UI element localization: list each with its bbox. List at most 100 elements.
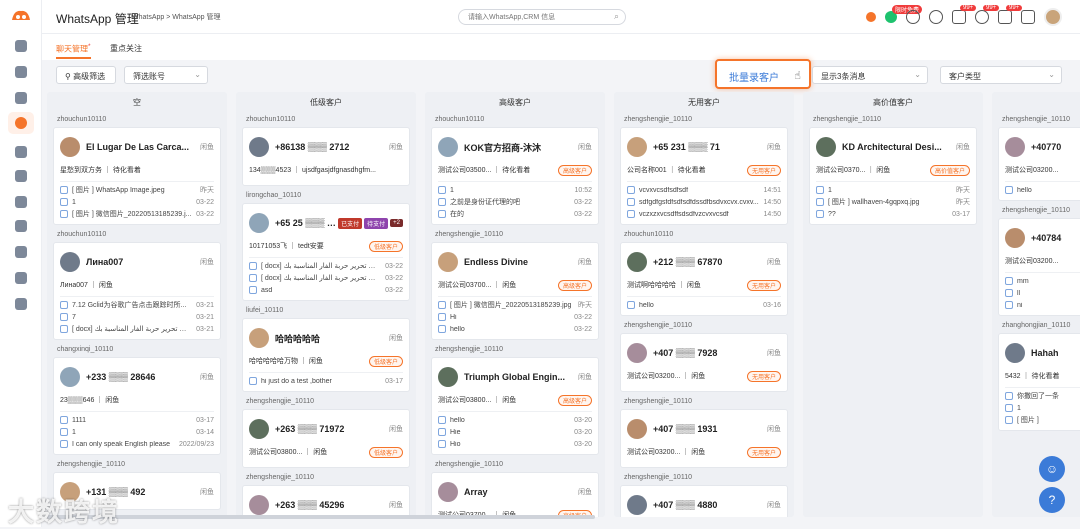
customer-card[interactable]: Array闲鱼测试公司03700... ｜ 闲鱼高级客户 [431, 472, 599, 517]
search-icon[interactable]: ⌕ [614, 11, 624, 21]
message-row[interactable]: ll [1005, 287, 1080, 299]
customer-tag[interactable]: 高级客户 [557, 394, 592, 406]
search-input[interactable] [458, 9, 626, 25]
message-row[interactable]: 1111 03-17 [60, 414, 214, 426]
message-row[interactable]: 1 03-22 [60, 196, 214, 208]
customer-card[interactable]: +407 ▒▒▒ 7928 闲鱼 测试公司03200... ｜ 闲鱼 无用客户 [620, 333, 788, 392]
message-row[interactable]: Hio 03-20 [438, 438, 592, 450]
customer-tag[interactable]: 无用客户 [746, 446, 781, 458]
message-row[interactable]: [ 图片 ] WhatsApp Image.jpeg 昨天 [60, 184, 214, 196]
message-row[interactable]: [ docx] يشكو لرب تحرير حربة الفار المناس… [249, 260, 403, 272]
customer-card[interactable]: +407 ▒▒▒ 1931 闲鱼 测试公司03200... ｜ 闲鱼 无用客户 [620, 409, 788, 468]
message-row[interactable]: 在的 03-22 [438, 208, 592, 220]
nav-analytics-icon[interactable] [15, 66, 27, 78]
tab-chat-management[interactable]: 聊天管理* [56, 43, 91, 59]
message-row[interactable]: 1 10:52 [438, 184, 592, 196]
free-promo-icon[interactable]: 限时免费 [885, 5, 923, 23]
facebook-icon[interactable] [929, 10, 943, 24]
customer-card[interactable]: Triumph Global Engin... 闲鱼 测试公司03800... ｜ … [431, 357, 599, 455]
message-row[interactable]: vczxzxvcsdffsdsdfvzcvxvcsdf 14:50 [627, 208, 781, 220]
message-row[interactable]: ?? 03-17 [816, 208, 970, 220]
nav-contacts-icon[interactable] [15, 146, 27, 158]
nav-mail-icon[interactable] [15, 92, 27, 104]
customer-tag[interactable]: 低级客户 [368, 355, 403, 367]
customer-card[interactable]: KD Architectural Desi... 闲鱼 测试公司0370... ｜ … [809, 127, 977, 225]
apps-icon[interactable]: 99+ [998, 5, 1023, 24]
customer-card[interactable]: KOK官方招商-沐沐 闲鱼 测试公司03500... ｜ 待化看着 高级客户 1 10:5… [431, 127, 599, 225]
message-row[interactable]: 1 [1005, 402, 1080, 414]
customer-tag[interactable]: 低级客户 [368, 240, 403, 252]
message-row[interactable]: [ docx] يشكو لرب تحرير حربة الفار المناس… [60, 323, 214, 335]
customer-tag[interactable]: 高级客户 [557, 279, 592, 291]
customer-card[interactable]: +212 ▒▒▒ 67870 闲鱼 测试啊哈哈哈哈 ｜ 闲鱼 无用客户 hello 03-… [620, 242, 788, 316]
customer-card[interactable]: Endless Divine 闲鱼 测试公司03700... ｜ 闲鱼 高级客户 [ 图… [431, 242, 599, 340]
message-row[interactable]: 1 03-14 [60, 426, 214, 438]
nav-sms-icon[interactable] [15, 272, 27, 284]
nav-whatsapp-icon[interactable] [8, 112, 34, 134]
whatsapp-icon[interactable]: 99+ [975, 5, 1000, 24]
message-row[interactable]: hello 03-22 [438, 323, 592, 335]
message-row[interactable]: 你撒回了一条 [1005, 390, 1080, 402]
message-row[interactable]: 7.12 Gclid为谷歌广告点击跟踪时所... 03-21 [60, 299, 214, 311]
customer-tag[interactable]: 高价值客户 [929, 164, 970, 176]
advanced-filter-button[interactable]: ⚲ 高级筛选 [56, 66, 116, 84]
message-row[interactable]: [ docx] يشكو لرب تحرير حربة الفار المناس… [249, 272, 403, 284]
user-avatar[interactable] [1044, 8, 1062, 26]
customer-card[interactable]: +40784 测试公司03200... mm ll ni [998, 218, 1080, 316]
batch-add-customer-button[interactable]: 批量录客户 ☝ [715, 59, 811, 89]
customer-card[interactable]: +233 ▒▒▒ 28646 闲鱼 23▒▒▒646 ｜ 闲鱼 1111 03-17 1 0… [53, 357, 221, 455]
customer-card[interactable]: Лина007 闲鱼 Лина007 ｜ 闲鱼 7.12 Gclid为谷歌广告点击跟踪… [53, 242, 221, 340]
customer-card[interactable]: 哈哈哈哈哈 闲鱼 哈哈哈哈哈万物 ｜ 闲鱼 低级客户 hi just do a test… [242, 318, 410, 392]
customer-card[interactable]: +263 ▒▒▒ 45296闲鱼测试公司03800... ｜ 闲鱼低级客户 [242, 485, 410, 517]
message-row[interactable]: 7 03-21 [60, 311, 214, 323]
customer-card[interactable]: El Lugar De Las Carca... 闲鱼 星愁到双方务 ｜ 待化看着 [… [53, 127, 221, 225]
add-icon[interactable] [866, 12, 876, 22]
message-row[interactable]: mm [1005, 275, 1080, 287]
message-row[interactable]: sdfgdfgsfdfsdfsdfdssdfbsdvxcvx.cvxv... 14… [627, 196, 781, 208]
account-filter-select[interactable]: 筛选账号 ⌄ [124, 66, 208, 84]
message-row[interactable]: 1 昨天 [816, 184, 970, 196]
message-row[interactable]: hello 03-16 [627, 299, 781, 311]
message-row[interactable]: hello 03-20 [438, 414, 592, 426]
customer-service-icon[interactable]: ☺ [1039, 456, 1065, 482]
message-row[interactable]: [ 图片 ] [1005, 414, 1080, 426]
message-row[interactable]: hello [1005, 184, 1080, 196]
customer-card[interactable]: +86138 ▒▒▒ 2712 闲鱼 134▒▒▒4523 ｜ ujsdfgasjd… [242, 127, 410, 186]
customer-type-select[interactable]: 客户类型 ⌄ [940, 66, 1062, 84]
display-count-select[interactable]: 显示3条消息 ⌄ [812, 66, 928, 84]
message-row[interactable]: [ 图片 ] 微信图片_20220513185239.jpg 昨天 [438, 299, 592, 311]
customer-card[interactable]: +407 ▒▒▒ 4880闲鱼测试公司03200... ｜ 闲鱼无用客户 [620, 485, 788, 517]
message-row[interactable]: [ 图片 ] 微信图片_20220513185239.j... 03-22 [60, 208, 214, 220]
mail-icon[interactable]: 99+ [952, 5, 977, 24]
customer-tag[interactable]: 无用客户 [746, 279, 781, 291]
message-row[interactable]: asd 03-22 [249, 284, 403, 296]
nav-inbox-icon[interactable] [15, 298, 27, 310]
nav-facebook-icon[interactable] [15, 220, 27, 232]
message-row[interactable]: ni [1005, 299, 1080, 311]
nav-messages-icon[interactable] [15, 196, 27, 208]
message-row[interactable]: [ 图片 ] wallhaven-4gqpxq.jpg 昨天 [816, 196, 970, 208]
customer-tag[interactable]: 无用客户 [746, 164, 781, 176]
customer-tag[interactable]: 无用客户 [746, 370, 781, 382]
customer-tag[interactable]: 低级客户 [368, 446, 403, 458]
message-row[interactable]: Hi 03-22 [438, 311, 592, 323]
customer-card[interactable]: +65 231 ▒▒▒ 71 闲鱼 公司名称001 ｜ 待化看着 无用客户 vcvxvc… [620, 127, 788, 225]
nav-social-icon[interactable] [15, 246, 27, 258]
nav-dashboard-icon[interactable] [15, 40, 27, 52]
nav-folder-icon[interactable] [15, 170, 27, 182]
customer-tag[interactable]: 高级客户 [557, 164, 592, 176]
customer-card[interactable]: +263 ▒▒▒ 71972 闲鱼 测试公司03800... ｜ 闲鱼 低级客户 [242, 409, 410, 468]
message-row[interactable]: Hie 03-20 [438, 426, 592, 438]
message-row[interactable]: I can only speak English please 2022/09/2… [60, 438, 214, 450]
tab-key-focus[interactable]: 重点关注 [110, 43, 142, 54]
grid-icon[interactable] [1021, 10, 1035, 24]
help-icon[interactable]: ? [1039, 487, 1065, 513]
horizontal-scrollbar[interactable] [47, 515, 595, 519]
customer-card[interactable]: +40770 测试公司03200... hello [998, 127, 1080, 201]
message-row[interactable]: vcvxvcsdfsdfsdf 14:51 [627, 184, 781, 196]
headset-icon[interactable] [906, 10, 920, 24]
message-row[interactable]: hi just do a test ,bother 03-17 [249, 375, 403, 387]
message-row[interactable]: 之前是身份证代理的吧 03-22 [438, 196, 592, 208]
customer-card[interactable]: Hahah 5432 ｜ 待化看着 你撒回了一条 1 [ 图片 ] [998, 333, 1080, 431]
customer-card[interactable]: +65 25 ▒▒▒ 471 已支付 待支付 +2 10171053飞 ｜ tedt安要… [242, 203, 410, 301]
